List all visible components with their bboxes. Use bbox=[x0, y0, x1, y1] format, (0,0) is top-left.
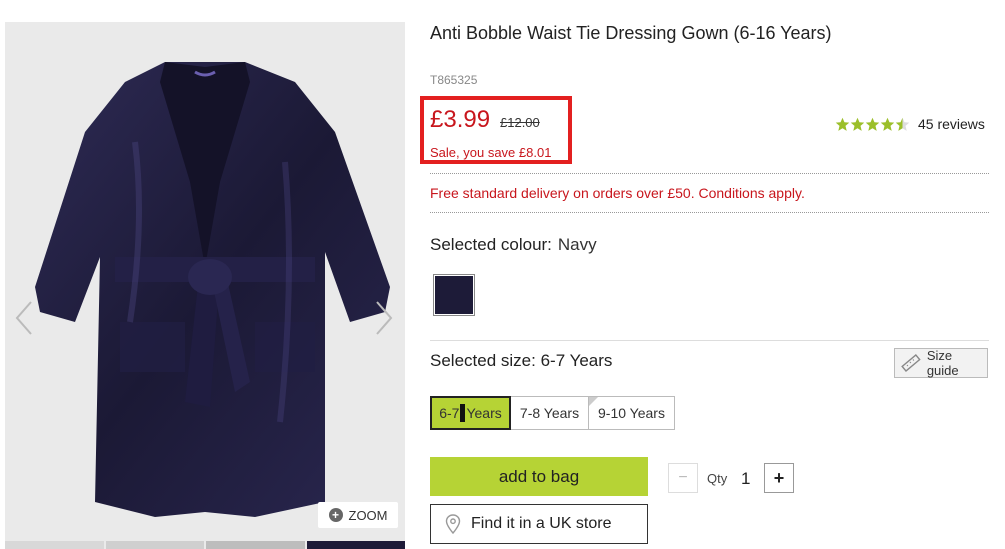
zoom-plus-icon: + bbox=[328, 508, 343, 522]
zoom-button[interactable]: + ZOOM bbox=[318, 502, 398, 528]
divider bbox=[430, 212, 989, 213]
text-cursor bbox=[460, 404, 466, 422]
size-option-label: 6-7 bbox=[439, 405, 460, 421]
add-to-bag-button[interactable]: add to bag bbox=[430, 457, 648, 496]
star-icon bbox=[835, 117, 850, 131]
product-image bbox=[35, 62, 390, 517]
find-in-store-label: Find it in a UK store bbox=[471, 515, 612, 532]
zoom-label: ZOOM bbox=[348, 507, 388, 523]
half-star-icon bbox=[895, 117, 910, 131]
delivery-info: Free standard delivery on orders over £5… bbox=[430, 185, 805, 201]
product-rating[interactable]: 45 reviews bbox=[835, 116, 985, 132]
product-title: Anti Bobble Waist Tie Dressing Gown (6-1… bbox=[430, 23, 832, 43]
size-options: 6-7 Years 7-8 Years 9-10 Years bbox=[430, 396, 675, 430]
qty-value[interactable]: 1 bbox=[741, 469, 750, 489]
star-icon bbox=[865, 117, 880, 131]
sale-saving-text: Sale, you save £8.01 bbox=[430, 145, 552, 160]
size-value: 6-7 Years bbox=[540, 351, 613, 370]
rating-stars bbox=[835, 117, 910, 132]
size-option-label: 7-8 Years bbox=[519, 405, 580, 421]
size-label: Selected size: bbox=[430, 351, 536, 370]
size-guide-button[interactable]: Size guide bbox=[894, 348, 988, 378]
thumbnail-strip bbox=[5, 541, 405, 549]
size-option-6-7-years[interactable]: 6-7 Years bbox=[430, 396, 511, 430]
current-price: £3.99 bbox=[430, 106, 491, 133]
ruler-icon bbox=[901, 354, 921, 372]
product-image-gallery[interactable]: + ZOOM bbox=[5, 22, 405, 549]
product-code: T865325 bbox=[430, 73, 478, 87]
thumbnail[interactable] bbox=[105, 541, 204, 549]
divider bbox=[430, 173, 989, 174]
colour-label: Selected colour: bbox=[430, 235, 552, 254]
location-pin-icon bbox=[445, 514, 461, 534]
size-option-7-8-years[interactable]: 7-8 Years bbox=[510, 396, 589, 430]
star-icon bbox=[880, 117, 895, 131]
colour-value: Navy bbox=[557, 235, 597, 254]
thumbnail[interactable] bbox=[206, 541, 305, 549]
thumbnail[interactable] bbox=[5, 541, 104, 549]
size-guide-label: Size guide bbox=[926, 348, 959, 378]
low-stock-corner-icon bbox=[589, 397, 598, 406]
original-price: £12.00 bbox=[500, 115, 540, 130]
qty-decrease-button[interactable]: − bbox=[668, 463, 698, 493]
selected-size: Selected size: 6-7 Years bbox=[430, 351, 612, 371]
colour-swatch-navy[interactable] bbox=[433, 274, 475, 316]
thumbnail[interactable] bbox=[306, 541, 405, 549]
qty-label: Qty bbox=[707, 471, 728, 486]
find-in-store-button[interactable]: Find it in a UK store bbox=[430, 504, 648, 544]
size-option-label: Years bbox=[466, 405, 502, 421]
star-icon bbox=[850, 117, 865, 131]
reviews-link[interactable]: 45 reviews bbox=[918, 116, 985, 132]
qty-increase-button[interactable]: + bbox=[764, 463, 794, 493]
swatch-fill bbox=[435, 276, 473, 314]
next-image-arrow-icon[interactable] bbox=[373, 300, 395, 336]
size-option-label: 9-10 Years bbox=[598, 405, 665, 421]
divider bbox=[430, 340, 989, 341]
size-option-9-10-years[interactable]: 9-10 Years bbox=[588, 396, 675, 430]
selected-colour: Selected colour: Navy bbox=[430, 235, 597, 255]
previous-image-arrow-icon[interactable] bbox=[13, 300, 35, 336]
